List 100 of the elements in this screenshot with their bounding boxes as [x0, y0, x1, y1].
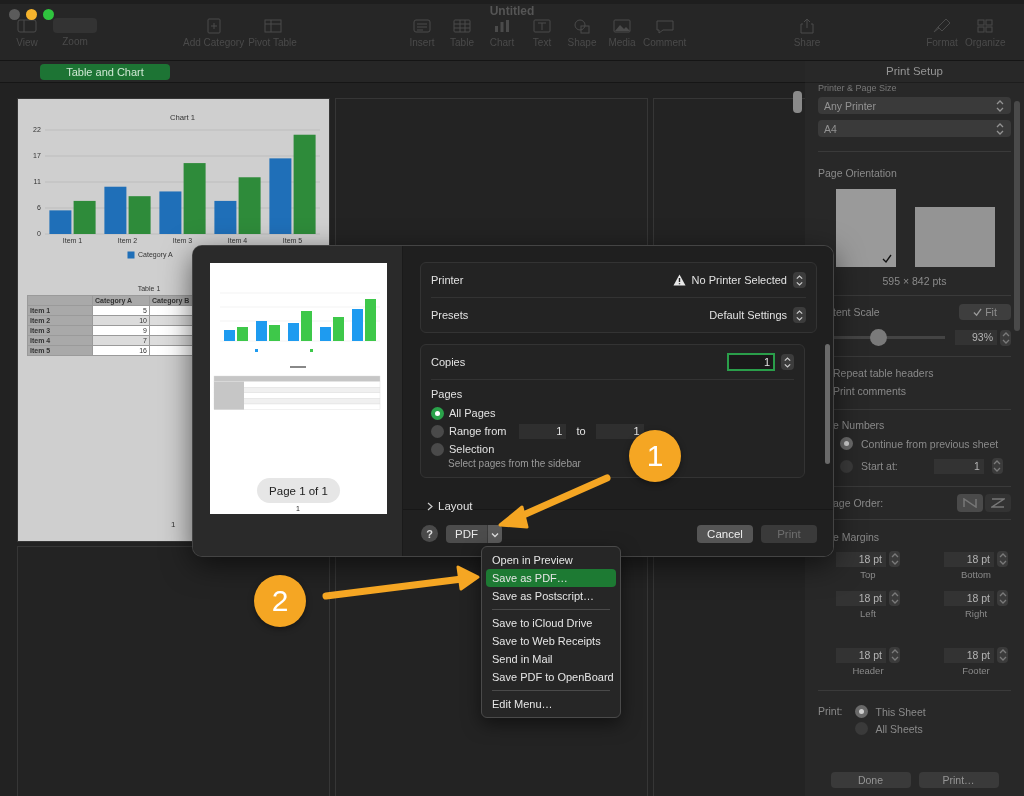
bar: [73, 200, 96, 234]
page-order-button[interactable]: [957, 494, 983, 512]
page-order-button[interactable]: [985, 494, 1011, 512]
range-to-field[interactable]: 1: [595, 423, 644, 439]
checkbox-label[interactable]: Print comments: [833, 385, 1011, 397]
stepper[interactable]: [1000, 329, 1011, 346]
margin-field[interactable]: 18 pt: [944, 647, 994, 663]
margin-field[interactable]: 18 pt: [944, 590, 994, 606]
bar: [237, 327, 248, 341]
section-title: e Margins: [832, 531, 881, 543]
radio-button[interactable]: [431, 406, 444, 420]
stepper[interactable]: [889, 551, 900, 567]
bar: [352, 309, 363, 341]
chevron-icon: [427, 501, 434, 511]
z-path-icon: [991, 497, 1005, 508]
scrollbar-thumb[interactable]: [1014, 101, 1020, 331]
layout-disclosure[interactable]: Layout: [420, 499, 479, 513]
range-from-field[interactable]: 1: [519, 423, 567, 439]
radio-button[interactable]: [431, 442, 444, 456]
done-button[interactable]: Done: [830, 772, 911, 788]
stepper-icon: [995, 98, 1005, 113]
print-button[interactable]: Print…: [918, 772, 999, 788]
menu-item[interactable]: Save as Postscript…: [486, 587, 616, 605]
table-icon: [262, 18, 283, 34]
sheet-tab[interactable]: Table and Chart: [40, 63, 170, 80]
field-label: Bottom: [960, 569, 992, 580]
bar: [128, 196, 151, 234]
text-box-icon: [532, 18, 552, 34]
radio-button[interactable]: [840, 437, 853, 450]
menu-item[interactable]: Save to Web Receipts: [486, 632, 616, 650]
radio-button[interactable]: [854, 705, 868, 718]
field-label: Presets: [431, 309, 469, 321]
margin-field[interactable]: 18 pt: [944, 551, 994, 567]
comment-icon: [654, 18, 675, 34]
minimize-button[interactable]: [26, 9, 37, 20]
stepper[interactable]: [793, 307, 806, 323]
field-label: Top: [860, 569, 876, 580]
field-label: Pages: [431, 388, 464, 400]
menu-item[interactable]: Save PDF to OpenBoard: [486, 668, 616, 686]
bar: [333, 317, 344, 341]
radio-label[interactable]: This Sheet: [875, 705, 926, 718]
zoom-button[interactable]: [43, 9, 54, 20]
legend-swatch: [127, 251, 135, 259]
slider-thumb[interactable]: [869, 329, 887, 346]
menu-item[interactable]: Open in Preview: [486, 551, 616, 569]
stepper[interactable]: [991, 458, 1003, 474]
menu-button[interactable]: [487, 524, 502, 543]
printer-popup[interactable]: Any Printer: [818, 97, 1011, 114]
help-button[interactable]: ?: [421, 525, 438, 542]
list-icon: [412, 18, 432, 34]
copies-field[interactable]: 1: [727, 353, 775, 371]
scrollbar-thumb[interactable]: [793, 91, 802, 113]
bar: [104, 186, 127, 234]
section-title: e Numbers: [832, 419, 886, 431]
radio-label[interactable]: All Sheets: [875, 722, 923, 735]
radio-label[interactable]: Range from: [449, 425, 507, 437]
stepper-icon: [995, 121, 1005, 136]
share-icon: [797, 18, 817, 34]
sidebar-icon: [17, 18, 37, 34]
radio-label[interactable]: Continue from previous sheet: [861, 437, 999, 450]
image-icon: [612, 18, 632, 34]
field-label: Right: [964, 608, 988, 619]
section-title: Page Orientation: [818, 167, 898, 179]
margin-field[interactable]: 18 pt: [836, 551, 886, 567]
scale-field[interactable]: 93%: [955, 329, 997, 345]
menu-item[interactable]: Send in Mail: [486, 650, 616, 668]
radio-button[interactable]: [431, 424, 444, 438]
presets-popup[interactable]: Default Settings: [709, 309, 787, 321]
menu-item[interactable]: Save as PDF…: [486, 569, 616, 587]
stepper[interactable]: [997, 551, 1008, 567]
menu-item[interactable]: Save to iCloud Drive: [486, 614, 616, 632]
field-label: Printer: [431, 274, 464, 286]
radio-label[interactable]: All Pages: [449, 407, 496, 419]
checkbox-label[interactable]: Repeat table headers: [833, 367, 1011, 379]
field-label: to: [576, 425, 586, 437]
scrollbar-thumb[interactable]: [825, 344, 830, 464]
radio-label[interactable]: Selection: [449, 443, 495, 455]
chevron-icon: [491, 531, 499, 538]
bar: [224, 330, 235, 341]
fit-button[interactable]: Fit: [959, 304, 1011, 320]
bar: [49, 210, 72, 234]
paper-size-popup[interactable]: A4: [818, 120, 1011, 137]
margin-field[interactable]: 18 pt: [836, 590, 886, 606]
stepper[interactable]: [781, 354, 794, 370]
radio-label[interactable]: Start at:: [861, 460, 898, 472]
bar: [301, 311, 312, 341]
field-label: Footer: [962, 665, 990, 676]
stepper[interactable]: [889, 647, 900, 663]
close-button[interactable]: [9, 9, 20, 20]
stepper[interactable]: [997, 647, 1008, 663]
margin-field[interactable]: 18 pt: [836, 647, 886, 663]
cancel-button[interactable]: Cancel: [697, 524, 753, 543]
menu-item[interactable]: Edit Menu…: [486, 695, 616, 713]
printer-popup[interactable]: No Printer Selected: [691, 274, 787, 286]
checkmark-icon: [973, 307, 983, 317]
stepper[interactable]: [997, 590, 1008, 606]
start-page-field[interactable]: 1: [933, 458, 984, 474]
bar: [288, 323, 299, 341]
stepper[interactable]: [793, 272, 806, 288]
stepper[interactable]: [889, 590, 900, 606]
